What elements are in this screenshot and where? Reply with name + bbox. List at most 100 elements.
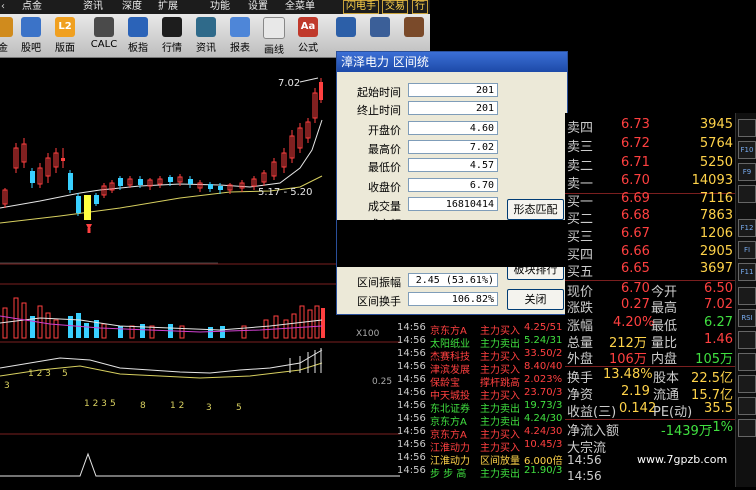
toolbar-button-report[interactable]: 报表 xyxy=(223,17,257,57)
bottom-indicator-line xyxy=(0,452,400,477)
field-label-start: 起始时间 xyxy=(357,86,401,99)
report-icon xyxy=(230,17,250,37)
toolbar-button-news[interactable]: 资讯 xyxy=(189,17,223,57)
nav-arrow-icon[interactable]: ‹ xyxy=(1,0,5,14)
indicator-markers: 31 2 35 1 2 358 1 235 xyxy=(4,369,242,413)
ask-row-3[interactable]: 卖三 6.72 5764 xyxy=(565,136,735,157)
menu-bar: ‹ 点金 资讯 深度 扩展 功能 设置 全菜单 闪电手 交易 行 xyxy=(0,0,430,14)
svg-text:3: 3 xyxy=(4,381,10,391)
more-icon xyxy=(336,17,356,37)
forum-icon xyxy=(21,17,41,37)
field-value-low: 4.57 xyxy=(408,158,498,172)
toolbar-label: 行情 xyxy=(162,43,182,54)
chart-icon[interactable] xyxy=(738,185,756,203)
f10-icon[interactable]: F10 xyxy=(738,141,756,159)
toolbar-label: 画线 xyxy=(264,45,284,56)
toolbar-button-quote[interactable]: 行情 xyxy=(155,17,189,57)
indicator-icon[interactable] xyxy=(738,119,756,137)
field-value-volume: 16810414 xyxy=(408,197,498,211)
field-value-amplitude: 2.45 (53.61%) xyxy=(408,273,498,287)
menu-item-shendu[interactable]: 深度 xyxy=(122,0,142,14)
close-button[interactable]: 关闭 xyxy=(507,289,564,310)
redacted-region xyxy=(337,220,565,267)
toolbar-label: 板指 xyxy=(128,43,148,54)
people-icon[interactable] xyxy=(738,331,756,349)
field-label-high: 最高价 xyxy=(368,143,401,156)
zoom-in-icon[interactable] xyxy=(738,375,756,393)
move-icon[interactable] xyxy=(738,353,756,371)
pattern-match-button[interactable]: 形态匹配 xyxy=(507,199,564,220)
svg-text:8: 8 xyxy=(140,401,146,411)
zoom-out-icon[interactable] xyxy=(738,397,756,415)
ask-row-4[interactable]: 卖四 6.73 3945 xyxy=(565,117,735,138)
calculator-icon xyxy=(94,17,114,37)
percent-icon[interactable] xyxy=(738,287,756,305)
ma-label: 5.17 - 5.20 xyxy=(258,187,313,198)
toolbar-label: 股吧 xyxy=(21,43,41,54)
toolbar-label: 版面 xyxy=(55,43,75,54)
dialog-title: 漳泽电力 区间统 xyxy=(337,52,567,72)
svg-text:1 2 3: 1 2 3 xyxy=(84,399,107,409)
more-icon xyxy=(404,17,424,37)
more-icon xyxy=(370,17,390,37)
gold-icon xyxy=(0,17,13,37)
field-value-open: 4.60 xyxy=(408,121,498,135)
svg-text:1 2: 1 2 xyxy=(170,401,184,411)
field-label-open: 开盘价 xyxy=(368,124,401,137)
menu-item-zixun[interactable]: 资讯 xyxy=(83,0,103,14)
f9-icon[interactable]: F9 xyxy=(738,163,756,181)
field-label-turnover: 区间换手 xyxy=(357,295,401,308)
field-value-end[interactable]: 201 xyxy=(408,101,498,115)
highlight-candle xyxy=(84,195,91,220)
pencil-icon[interactable] xyxy=(738,419,756,437)
menu-item-kuozhan[interactable]: 扩展 xyxy=(158,0,178,14)
toolbar-label: 报表 xyxy=(230,43,250,54)
quote-icon xyxy=(162,17,182,37)
field-value-close: 6.70 xyxy=(408,178,498,192)
field-label-end: 终止时间 xyxy=(357,104,401,117)
menu-tag-trade[interactable]: 交易 xyxy=(382,0,408,14)
layout-icon: L2 xyxy=(55,17,75,37)
menu-item-gongneng[interactable]: 功能 xyxy=(210,0,230,14)
watermark: www.7gpzb.com xyxy=(637,453,728,466)
toolbar-label: 资讯 xyxy=(196,43,216,54)
field-label-close: 收盘价 xyxy=(368,181,401,194)
field-label-amplitude: 区间振幅 xyxy=(357,276,401,289)
field-label-volume: 成交量 xyxy=(368,200,401,213)
toolbar-button-layout[interactable]: L2 版面 xyxy=(48,17,82,57)
field-value-start[interactable]: 201 xyxy=(408,83,498,97)
toolbar-button-sector-index[interactable]: 板指 xyxy=(121,17,155,57)
vol-axis-label: 0.25 xyxy=(372,377,392,387)
tick-list: 14:56 京东方A 主力买入 4.25/51 14:56 太阳纸业 主力卖出 5.24/3… xyxy=(397,322,563,480)
svg-text:5: 5 xyxy=(236,403,242,413)
f12-icon[interactable]: F12 xyxy=(738,219,756,237)
toolbar-button-calc[interactable]: CALC xyxy=(87,17,121,57)
quote-panel: 卖四 6.73 3945 卖三 6.72 5764 卖二 6.71 5250 卖一 6.70 1… xyxy=(565,113,735,485)
high-price-label: 7.02 xyxy=(278,78,300,89)
svg-text:5: 5 xyxy=(62,369,68,379)
menu-tag-lightning[interactable]: 闪电手 xyxy=(343,0,379,14)
toolbar-button-forum[interactable]: 股吧 xyxy=(14,17,48,57)
news-icon xyxy=(196,17,216,37)
toolbar-button-formula[interactable]: Aa 公式 xyxy=(291,17,325,57)
indicator-ticks xyxy=(289,348,322,373)
field-label-low: 最低价 xyxy=(368,161,401,174)
toolbar-button-draw-line[interactable]: 画线 xyxy=(257,17,291,57)
formula-icon: Aa xyxy=(298,17,318,37)
f11-icon[interactable]: F11 xyxy=(738,263,756,281)
menu-item-dianjin[interactable]: 点金 xyxy=(22,0,42,14)
high-price-pointer xyxy=(299,77,319,83)
bid-row-5[interactable]: 买五 6.65 3697 xyxy=(565,261,735,282)
sector-index-icon xyxy=(128,17,148,37)
rsi-icon[interactable]: RSI xyxy=(738,309,756,327)
field-value-turnover: 106.82% xyxy=(408,292,498,306)
right-icon-bar: F10 F9 F12 FI F11 RSI xyxy=(735,113,756,487)
menu-item-all-menu[interactable]: 全菜单 xyxy=(285,0,315,14)
menu-item-shezhi[interactable]: 设置 xyxy=(248,0,268,14)
svg-text:5: 5 xyxy=(110,399,116,409)
fi-icon[interactable]: FI xyxy=(738,241,756,259)
menu-tag-hang[interactable]: 行 xyxy=(412,0,428,14)
field-value-high: 7.02 xyxy=(408,140,498,154)
svg-text:1 2 3: 1 2 3 xyxy=(28,369,51,379)
draw-line-icon xyxy=(263,17,285,39)
